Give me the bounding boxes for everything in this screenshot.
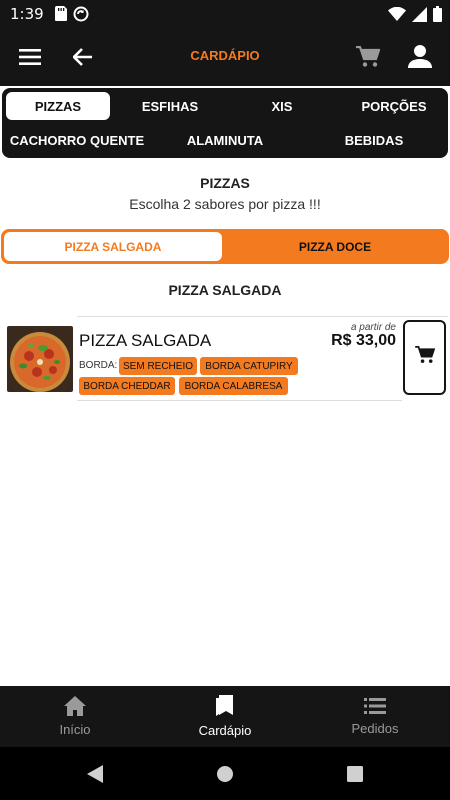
list-icon xyxy=(364,697,386,718)
segment-pizza-doce[interactable]: PIZZA DOCE xyxy=(224,232,446,261)
tab-cachorro-quente[interactable]: CACHORRO QUENTE xyxy=(4,126,150,154)
home-icon xyxy=(64,696,86,719)
borda-label: BORDA: xyxy=(79,360,118,371)
nav-inicio[interactable]: Início xyxy=(20,686,130,747)
borda-chip-cheddar[interactable]: BORDA CHEDDAR xyxy=(79,377,175,395)
product-item[interactable]: PIZZA SALGADA a partir de R$ 33,00 BORDA… xyxy=(5,316,448,401)
recents-square-icon[interactable] xyxy=(340,759,370,789)
signal-icon xyxy=(412,6,427,27)
product-name: PIZZA SALGADA xyxy=(79,331,212,350)
nav-pedidos[interactable]: Pedidos xyxy=(320,686,430,747)
add-to-cart-button[interactable] xyxy=(403,320,446,395)
borda-chip-sem-recheio[interactable]: SEM RECHEIO xyxy=(119,357,197,375)
pizza-type-segment: PIZZA SALGADA PIZZA DOCE xyxy=(1,229,449,264)
status-time: 1:39 xyxy=(10,5,44,23)
bookmark-icon xyxy=(215,695,235,720)
sd-card-icon xyxy=(55,6,67,27)
status-bar: 1:39 xyxy=(0,0,450,28)
section-title: PIZZAS xyxy=(200,175,250,191)
borda-chip-catupiry[interactable]: BORDA CATUPIRY xyxy=(200,357,298,375)
tab-pizzas[interactable]: PIZZAS xyxy=(6,92,110,120)
tab-bebidas[interactable]: BEBIDAS xyxy=(322,126,426,154)
cart-icon[interactable] xyxy=(352,42,384,72)
borda-chip-calabresa[interactable]: BORDA CALABRESA xyxy=(179,377,288,395)
divider xyxy=(77,316,448,317)
user-icon[interactable] xyxy=(404,40,436,72)
home-circle-icon[interactable] xyxy=(210,759,240,789)
section-subtitle: Escolha 2 sabores por pizza !!! xyxy=(129,196,321,212)
group-title: PIZZA SALGADA xyxy=(168,282,282,298)
wifi-icon xyxy=(388,6,406,26)
tab-alaminuta[interactable]: ALAMINUTA xyxy=(162,126,288,154)
cart-icon xyxy=(414,345,435,369)
divider xyxy=(77,400,402,401)
tab-esfihas[interactable]: ESFIHAS xyxy=(118,92,222,120)
nav-cardapio[interactable]: Cardápio xyxy=(170,686,280,747)
bottom-nav: Início Cardápio Pedidos xyxy=(0,686,450,747)
battery-icon xyxy=(433,6,442,27)
app-bar: CARDÁPIO xyxy=(0,28,450,86)
system-nav-bar xyxy=(0,747,450,800)
tab-xis[interactable]: XIS xyxy=(230,92,334,120)
pizza-image xyxy=(7,326,73,392)
segment-pizza-salgada[interactable]: PIZZA SALGADA xyxy=(4,232,222,261)
category-tabs: PIZZAS ESFIHAS XIS PORÇÕES CACHORRO QUEN… xyxy=(2,88,448,158)
sync-icon xyxy=(73,6,89,27)
tab-porcoes[interactable]: PORÇÕES xyxy=(342,92,446,120)
back-triangle-icon[interactable] xyxy=(80,759,110,789)
product-price: R$ 33,00 xyxy=(331,332,396,349)
